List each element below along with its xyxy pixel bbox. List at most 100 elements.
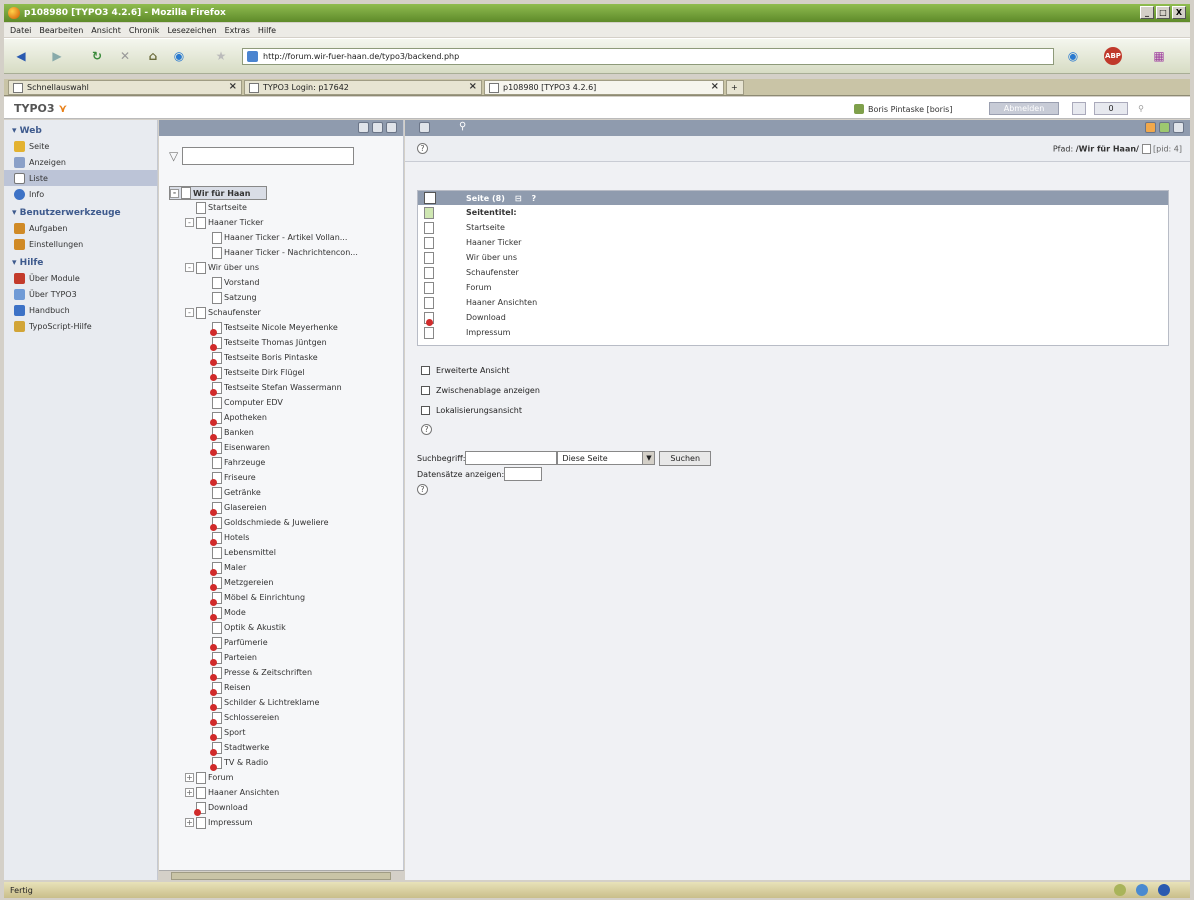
tree-node-label[interactable]: Wir über uns <box>208 263 259 272</box>
status-icon[interactable] <box>1114 884 1126 896</box>
reload-icon[interactable]: ↻ <box>88 47 106 65</box>
tree-node-label[interactable]: Eisenwaren <box>224 443 270 452</box>
checkbox[interactable] <box>421 405 430 415</box>
row-title[interactable]: Wir über uns <box>466 253 517 262</box>
extension-icon[interactable]: ▦ <box>1150 47 1168 65</box>
tree-node-label[interactable]: Satzung <box>224 293 257 302</box>
bookmark-icon[interactable]: ★ <box>212 47 230 65</box>
tree-node[interactable]: Eisenwaren <box>169 440 401 456</box>
tree-node[interactable]: Banken <box>169 425 401 441</box>
module-ueber-module[interactable]: Über Module <box>4 270 157 286</box>
tab-schnellauswahl[interactable]: Schnellauswahl × <box>8 80 242 95</box>
tree-node[interactable]: Stadtwerke <box>169 740 401 756</box>
home-icon[interactable]: ⌂ <box>144 47 162 65</box>
row-title[interactable]: Haaner Ansichten <box>466 298 537 307</box>
tree-node[interactable]: Optik & Akustik <box>169 620 401 635</box>
page-icon[interactable] <box>212 246 222 259</box>
tree-node[interactable]: Testseite Thomas Jüntgen <box>169 335 401 351</box>
new-page-icon[interactable] <box>358 122 369 133</box>
tree-node-label[interactable]: Haaner Ansichten <box>208 788 279 797</box>
tree-node-label[interactable]: Lebensmittel <box>224 548 276 557</box>
search-scope-select[interactable]: Diese Seite ▼ <box>557 451 656 465</box>
tree-node[interactable]: Mode <box>169 605 401 621</box>
tab-backend[interactable]: p108980 [TYPO3 4.2.6] × <box>484 80 724 95</box>
hidden-page-icon[interactable] <box>210 726 222 741</box>
collapse-icon[interactable]: - <box>170 188 179 198</box>
maximize-button[interactable]: □ <box>1156 6 1170 19</box>
page-icon[interactable] <box>212 396 222 409</box>
hidden-page-icon[interactable] <box>210 321 222 336</box>
tree-node-label[interactable]: Presse & Zeitschriften <box>224 668 312 677</box>
tree-node[interactable]: Reisen <box>169 680 401 696</box>
tree-node[interactable]: + Haaner Ansichten <box>169 785 401 800</box>
tree-node-label[interactable]: Parfümerie <box>224 638 268 647</box>
collapse-icon[interactable]: - <box>185 308 194 317</box>
hidden-page-icon[interactable] <box>210 741 222 756</box>
hidden-page-icon[interactable] <box>210 441 222 456</box>
scrollbar-thumb[interactable] <box>171 872 391 880</box>
tree-node-label[interactable]: Wir für Haan <box>193 189 250 198</box>
row-title[interactable]: Download <box>466 313 506 322</box>
hidden-page-icon[interactable] <box>210 756 222 771</box>
hidden-page-icon[interactable] <box>210 606 222 621</box>
page-icon[interactable] <box>212 621 222 634</box>
refresh-icon[interactable] <box>372 122 383 133</box>
hidden-page-icon[interactable] <box>210 576 222 591</box>
expand-icon[interactable]: + <box>185 788 194 797</box>
hidden-page-icon[interactable] <box>210 471 222 486</box>
tree-node-label[interactable]: Testseite Stefan Wassermann <box>224 383 342 392</box>
row-title[interactable]: Startseite <box>466 223 505 232</box>
search-button[interactable]: Suchen <box>659 450 712 466</box>
expand-icon[interactable]: + <box>185 818 194 827</box>
module-aufgaben[interactable]: Aufgaben <box>4 220 157 236</box>
page-icon[interactable] <box>424 251 434 264</box>
page-icon[interactable] <box>212 231 222 244</box>
collapse-icon[interactable]: - <box>185 218 194 227</box>
filter-icon[interactable] <box>386 122 397 133</box>
globe-icon[interactable]: ◉ <box>170 47 188 65</box>
tree-node-label[interactable]: Schilder & Lichtreklame <box>224 698 319 707</box>
hidden-page-icon[interactable] <box>210 696 222 711</box>
tab-close-icon[interactable]: × <box>229 81 237 92</box>
tree-node[interactable]: - Schaufenster <box>169 305 401 320</box>
tree-node[interactable]: Presse & Zeitschriften <box>169 665 401 681</box>
menu-hilfe[interactable]: Hilfe <box>258 26 276 35</box>
tree-node[interactable]: Testseite Stefan Wassermann <box>169 380 401 396</box>
module-anzeigen[interactable]: Anzeigen <box>4 154 157 170</box>
hidden-page-icon[interactable] <box>194 801 206 816</box>
module-typoscript-hilfe[interactable]: TypoScript-Hilfe <box>4 318 157 334</box>
tree-node-label[interactable]: Computer EDV <box>224 398 283 407</box>
tree-node-label[interactable]: Parteien <box>224 653 257 662</box>
page-icon[interactable] <box>196 771 206 784</box>
tree-node[interactable]: Parfümerie <box>169 635 401 651</box>
typo3-logo[interactable]: TYPO3 ⋎ <box>14 102 67 115</box>
forward-icon[interactable]: ▶ <box>48 47 66 65</box>
tree-node-label[interactable]: Impressum <box>208 818 252 827</box>
tree-node[interactable]: - Wir für Haan <box>169 186 267 200</box>
module-ueber-typo3[interactable]: Über TYPO3 <box>4 286 157 302</box>
module-einstellungen[interactable]: Einstellungen <box>4 236 157 252</box>
new-record-icon[interactable] <box>1145 122 1156 133</box>
page-icon[interactable] <box>196 201 206 214</box>
page-icon[interactable] <box>212 276 222 289</box>
tree-node[interactable]: Vorstand <box>169 275 401 290</box>
tree-node-label[interactable]: Vorstand <box>224 278 259 287</box>
tree-node-label[interactable]: Forum <box>208 773 233 782</box>
page-icon[interactable] <box>196 816 206 829</box>
new-page-icon[interactable] <box>424 206 434 219</box>
tree-node-label[interactable]: Testseite Dirk Flügel <box>224 368 305 377</box>
tree-node-label[interactable]: Testseite Nicole Meyerhenke <box>224 323 338 332</box>
page-icon[interactable] <box>212 546 222 559</box>
checkbox-localization[interactable]: Lokalisierungsansicht <box>421 400 540 420</box>
search-icon[interactable]: ⚲ <box>459 121 466 132</box>
hidden-page-icon[interactable] <box>210 561 222 576</box>
page-icon[interactable] <box>196 786 206 799</box>
hidden-page-icon[interactable] <box>210 501 222 516</box>
module-seite[interactable]: Seite <box>4 138 157 154</box>
tree-node[interactable]: Lebensmittel <box>169 545 401 560</box>
search-icon[interactable]: ⚲ <box>1134 102 1148 115</box>
hidden-page-icon[interactable] <box>210 591 222 606</box>
help-icon[interactable]: ? <box>417 484 428 495</box>
tree-node[interactable]: Testseite Boris Pintaske <box>169 350 401 366</box>
tree-node[interactable]: Haaner Ticker - Artikel Vollan... <box>169 230 401 245</box>
